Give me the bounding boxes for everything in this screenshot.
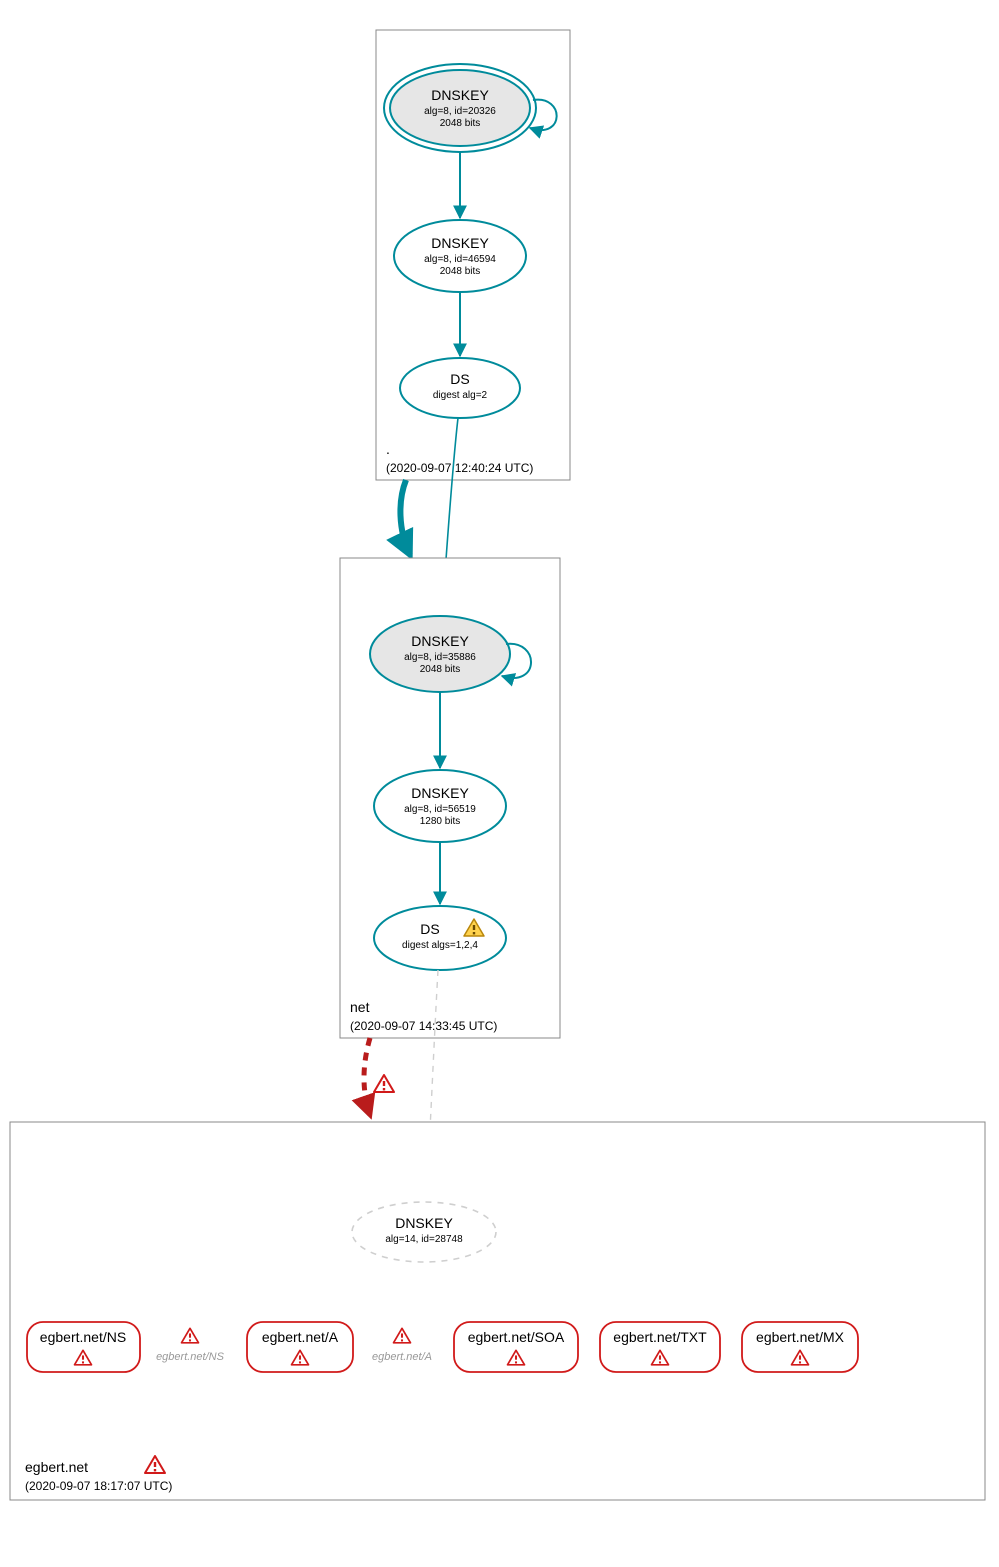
edge-delegation-net-to-egbert xyxy=(364,1038,370,1115)
node-sub: alg=8, id=20326 xyxy=(424,106,496,117)
node-root-ds[interactable]: DS digest alg=2 xyxy=(400,358,520,418)
zone-root-name: . xyxy=(386,441,390,457)
zone-net: net (2020-09-07 14:33:45 UTC) DNSKEY alg… xyxy=(340,558,560,1038)
rr-label: egbert.net/A xyxy=(372,1351,432,1363)
zone-root: . (2020-09-07 12:40:24 UTC) DNSKEY alg=8… xyxy=(376,30,570,480)
node-sub: alg=14, id=28748 xyxy=(385,1234,463,1245)
rrset-a[interactable]: egbert.net/A xyxy=(247,1322,353,1372)
node-sub: alg=8, id=46594 xyxy=(424,254,496,265)
rrset-soa[interactable]: egbert.net/SOA xyxy=(454,1322,578,1372)
rr-label: egbert.net/SOA xyxy=(468,1329,565,1345)
rr-label: egbert.net/MX xyxy=(756,1329,845,1345)
zone-net-name: net xyxy=(350,999,370,1015)
node-root-zsk[interactable]: DNSKEY alg=8, id=46594 2048 bits xyxy=(394,220,526,292)
zone-net-ts: (2020-09-07 14:33:45 UTC) xyxy=(350,1019,497,1033)
warning-icon xyxy=(374,1075,394,1092)
node-sub: 1280 bits xyxy=(420,816,461,827)
zone-root-ts: (2020-09-07 12:40:24 UTC) xyxy=(386,461,533,475)
node-label: DNSKEY xyxy=(395,1215,453,1231)
node-label: DNSKEY xyxy=(431,235,489,251)
node-sub: 2048 bits xyxy=(440,266,481,277)
rrset-ns[interactable]: egbert.net/NS xyxy=(27,1322,140,1372)
node-sub: alg=8, id=35886 xyxy=(404,652,476,663)
node-sub: 2048 bits xyxy=(420,664,461,675)
node-label: DNSKEY xyxy=(411,633,469,649)
rr-label: egbert.net/TXT xyxy=(613,1329,707,1345)
node-sub: 2048 bits xyxy=(440,118,481,129)
rr-label: egbert.net/NS xyxy=(156,1351,225,1363)
node-sub: digest alg=2 xyxy=(433,390,488,401)
node-label: DNSKEY xyxy=(431,87,489,103)
node-label: DNSKEY xyxy=(411,785,469,801)
node-sub: digest algs=1,2,4 xyxy=(402,940,478,951)
rrset-mx[interactable]: egbert.net/MX xyxy=(742,1322,858,1372)
node-label: DS xyxy=(420,921,439,937)
zone-egbert: egbert.net (2020-09-07 18:17:07 UTC) DNS… xyxy=(10,1122,985,1500)
node-net-zsk[interactable]: DNSKEY alg=8, id=56519 1280 bits xyxy=(374,770,506,842)
node-sub: alg=8, id=56519 xyxy=(404,804,476,815)
rr-label: egbert.net/A xyxy=(262,1329,339,1345)
rrset-txt[interactable]: egbert.net/TXT xyxy=(600,1322,720,1372)
zone-egbert-name: egbert.net xyxy=(25,1459,88,1475)
rr-label: egbert.net/NS xyxy=(40,1329,126,1345)
node-label: DS xyxy=(450,371,469,387)
zone-egbert-ts: (2020-09-07 18:17:07 UTC) xyxy=(25,1479,172,1493)
node-net-ds[interactable]: DS digest algs=1,2,4 xyxy=(374,906,506,970)
edge-delegation-root-to-net xyxy=(400,480,410,555)
node-egbert-key[interactable]: DNSKEY alg=14, id=28748 xyxy=(352,1202,496,1262)
